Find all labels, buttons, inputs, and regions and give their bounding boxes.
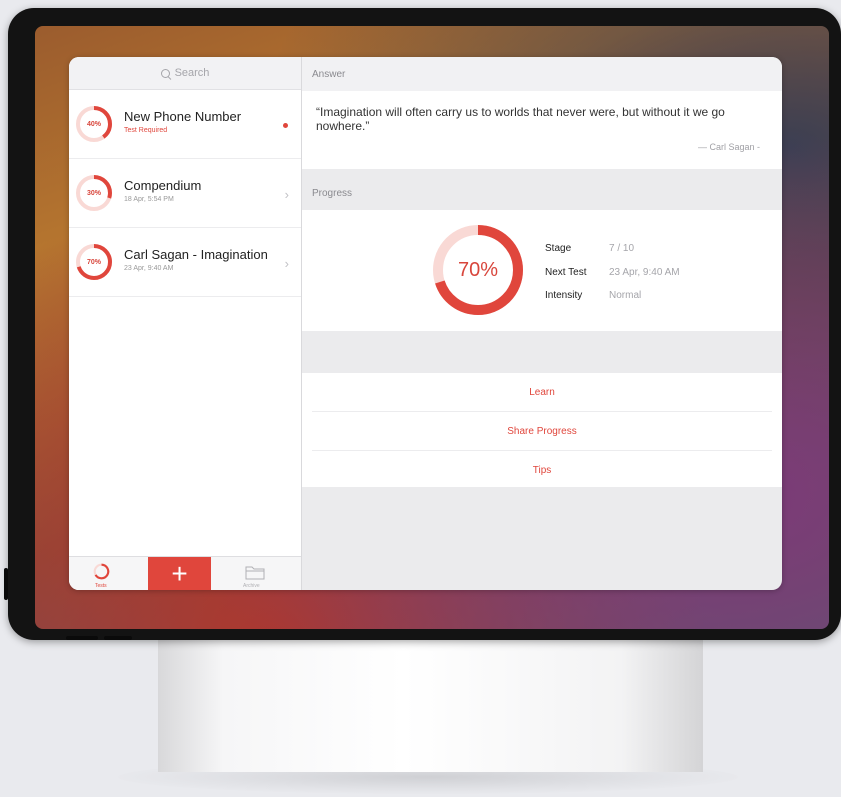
stat-label: Stage bbox=[545, 243, 572, 254]
item-progress-label: 30% bbox=[86, 189, 101, 197]
search-placeholder: Search bbox=[174, 67, 210, 79]
stat-value: 7 / 10 bbox=[609, 243, 635, 254]
tests-ring-icon bbox=[93, 563, 110, 580]
chevron-right-icon: › bbox=[284, 256, 289, 271]
tab-tests-label: Tests bbox=[95, 583, 107, 589]
answer-quote: “Imagination will often carry us to worl… bbox=[316, 105, 725, 133]
list-item[interactable]: 40% New Phone Number Test Required bbox=[69, 90, 301, 159]
item-progress-label: 40% bbox=[86, 120, 101, 128]
list-item[interactable]: 70% Carl Sagan - Imagination 23 Apr, 9:4… bbox=[69, 228, 301, 297]
stand-neck bbox=[158, 630, 703, 772]
add-button[interactable]: + bbox=[148, 557, 211, 590]
stat-label: Intensity bbox=[545, 290, 583, 301]
volume-button bbox=[66, 636, 98, 640]
item-progress-label: 70% bbox=[86, 258, 101, 266]
stat-value: Normal bbox=[609, 290, 642, 301]
unread-dot-icon bbox=[283, 123, 288, 128]
side-button bbox=[4, 568, 8, 600]
chevron-right-icon: › bbox=[284, 187, 289, 202]
detail-pane: Answer “Imagination will often carry us … bbox=[302, 57, 782, 590]
item-title: Carl Sagan - Imagination bbox=[124, 247, 268, 262]
progress-heading: Progress bbox=[302, 177, 782, 210]
item-subtitle: Test Required bbox=[124, 127, 168, 134]
list-item[interactable]: 30% Compendium 18 Apr, 5:54 PM › bbox=[69, 159, 301, 228]
item-title: New Phone Number bbox=[124, 109, 242, 124]
item-title: Compendium bbox=[124, 178, 202, 193]
volume-button-2 bbox=[104, 636, 132, 640]
folder-icon bbox=[245, 566, 265, 580]
answer-heading: Answer bbox=[302, 57, 782, 91]
learn-button[interactable]: Learn bbox=[312, 373, 772, 412]
stat-label: Next Test bbox=[545, 267, 587, 278]
tips-button[interactable]: Tips bbox=[312, 451, 772, 489]
answer-card: “Imagination will often carry us to worl… bbox=[302, 91, 782, 169]
progress-percent: 70% bbox=[457, 258, 499, 281]
item-subtitle: 18 Apr, 5:54 PM bbox=[124, 196, 174, 203]
stat-value: 23 Apr, 9:40 AM bbox=[609, 267, 680, 278]
share-progress-button[interactable]: Share Progress bbox=[312, 412, 772, 451]
tab-bar: Tests + Archive bbox=[69, 556, 301, 590]
search-icon bbox=[160, 68, 170, 78]
progress-card: 70% Stage 7 / 10 Next Test 23 Apr, 9:40 … bbox=[302, 210, 782, 331]
search-input[interactable]: Search bbox=[69, 57, 301, 90]
sidebar: Search 40% New Phone Number Test Require… bbox=[69, 57, 302, 590]
tab-archive-label: Archive bbox=[243, 583, 260, 589]
item-subtitle: 23 Apr, 9:40 AM bbox=[124, 265, 174, 272]
actions-list: Learn Share Progress Tips bbox=[302, 373, 782, 487]
answer-author: — Carl Sagan - bbox=[697, 142, 760, 152]
app-window: Search 40% New Phone Number Test Require… bbox=[69, 57, 782, 590]
